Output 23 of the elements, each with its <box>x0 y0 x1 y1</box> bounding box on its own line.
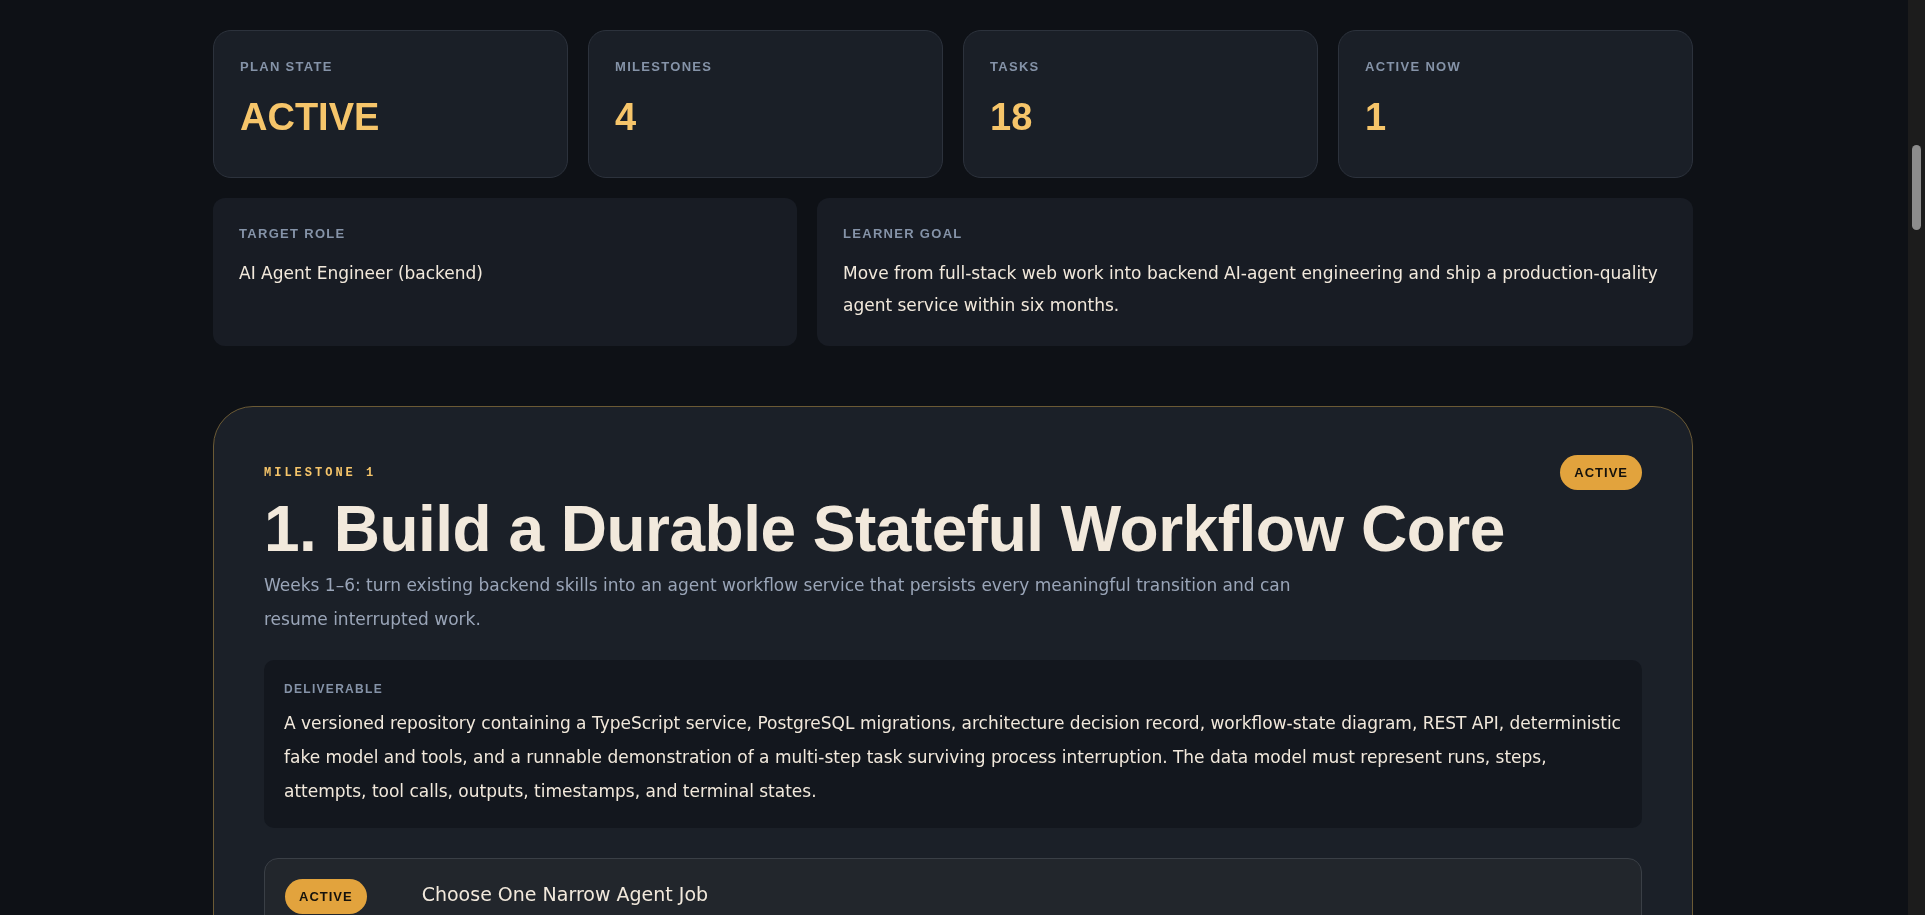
profile-text: Move from full-stack web work into backend AI-agent engineering and ship a production-quality agent service within six months. <box>843 262 1659 317</box>
profile-text: AI Agent Engineer (backend) <box>239 262 484 285</box>
stat-value: ACTIVE <box>240 96 381 139</box>
stat-label: MILESTONES <box>615 59 714 74</box>
status-badge: ACTIVE <box>285 879 367 914</box>
stat-value: 1 <box>1365 96 1388 139</box>
milestone-description: Weeks 1–6: turn existing backend skills into an agent workflow service that persists every meaningful transition and can resume interrupted work. <box>264 574 1292 631</box>
stat-value: 18 <box>990 96 1034 139</box>
task-title: Choose One Narrow Agent Job <box>421 882 709 905</box>
status-badge: ACTIVE <box>1560 455 1642 490</box>
task-card[interactable]: ACTIVE Choose One Narrow Agent Job <box>264 858 1642 915</box>
stat-value: 4 <box>615 96 638 139</box>
profile-label: LEARNER GOAL <box>843 226 964 241</box>
profile-label: TARGET ROLE <box>239 226 347 241</box>
milestone-title: 1. Build a Durable Stateful Workflow Core <box>264 492 1506 567</box>
scrollbar[interactable] <box>1908 0 1925 915</box>
deliverable-text: A versioned repository containing a TypeScript service, PostgreSQL migrations, architecture decision record, workflow-state diagram, REST API, deterministic fake model and tools, and a runnable demonstration of a multi-step task surviving process interruption. The data model must represent runs, steps, attempts, tool calls, outputs, timestamps, and terminal states. <box>284 712 1622 803</box>
deliverable-label: DELIVERABLE <box>284 682 384 696</box>
stat-label: PLAN STATE <box>240 59 334 74</box>
stat-label: TASKS <box>990 59 1041 74</box>
stat-label: ACTIVE NOW <box>1365 59 1463 74</box>
milestone-eyebrow: MILESTONE 1 <box>264 465 377 480</box>
scrollbar-thumb[interactable] <box>1912 145 1921 230</box>
